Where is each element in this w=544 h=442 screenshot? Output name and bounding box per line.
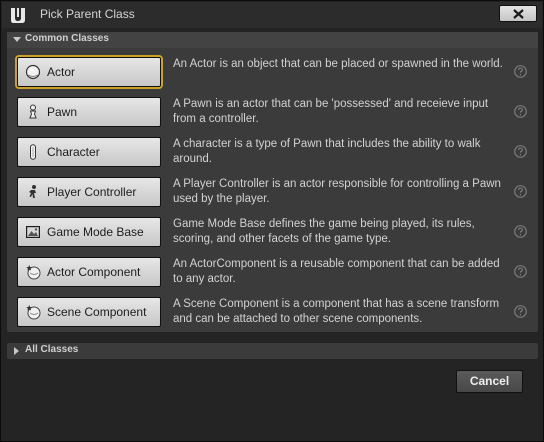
- class-label: Actor: [47, 65, 76, 79]
- actor-icon: [25, 64, 41, 80]
- close-icon: [513, 9, 524, 19]
- character-icon: [30, 144, 36, 160]
- help-icon[interactable]: [514, 105, 527, 118]
- actor-class-button[interactable]: Actor: [15, 55, 163, 89]
- game-mode-icon: [26, 226, 40, 238]
- window-title: Pick Parent Class: [40, 7, 135, 21]
- class-description: An Actor is an object that can be placed…: [173, 58, 503, 70]
- common-classes-header[interactable]: Common Classes: [7, 32, 538, 48]
- all-classes-header[interactable]: All Classes: [7, 343, 538, 359]
- close-button[interactable]: [499, 5, 537, 22]
- class-row-actor-component: Actor Component An ActorComponent is a r…: [7, 253, 538, 293]
- class-row-player-controller: Player Controller A Player Controller is…: [7, 173, 538, 213]
- class-row-scene-component: Scene Component A Scene Component is a c…: [7, 293, 538, 333]
- all-classes-title: All Classes: [25, 344, 79, 355]
- class-description: A Scene Component is a component that ha…: [173, 298, 500, 325]
- expanded-arrow-icon: [13, 37, 21, 42]
- help-icon[interactable]: [514, 145, 527, 158]
- actor-component-icon: [26, 265, 41, 280]
- help-icon[interactable]: [514, 305, 527, 318]
- class-label: Game Mode Base: [47, 225, 144, 239]
- class-row-game-mode-base: Game Mode Base Game Mode Base defines th…: [7, 213, 538, 253]
- help-icon[interactable]: [514, 225, 527, 238]
- help-icon[interactable]: [514, 265, 527, 278]
- class-label: Actor Component: [47, 265, 141, 279]
- scene-component-class-button[interactable]: Scene Component: [17, 297, 161, 327]
- class-label: Character: [47, 145, 100, 159]
- class-description: A character is a type of Pawn that inclu…: [173, 138, 481, 165]
- scene-component-icon: [26, 305, 41, 320]
- class-label: Player Controller: [47, 185, 137, 199]
- class-row-character: Character A character is a type of Pawn …: [7, 133, 538, 173]
- class-description: A Player Controller is an actor responsi…: [173, 178, 501, 205]
- class-row-actor: Actor An Actor is an object that can be …: [7, 53, 538, 93]
- player-controller-class-button[interactable]: Player Controller: [17, 177, 161, 207]
- pawn-class-button[interactable]: Pawn: [17, 97, 161, 127]
- common-classes-title: Common Classes: [25, 33, 109, 44]
- class-label: Scene Component: [47, 305, 147, 319]
- pawn-icon: [29, 104, 37, 119]
- unreal-logo-icon: [11, 8, 25, 23]
- cancel-button[interactable]: Cancel: [456, 370, 523, 393]
- common-classes-panel: Common Classes Actor An Actor is an obje…: [7, 32, 538, 332]
- pick-parent-class-dialog: Pick Parent Class Common Classes Actor A…: [0, 0, 544, 442]
- class-description: Game Mode Base defines the game being pl…: [173, 218, 475, 245]
- class-row-pawn: Pawn A Pawn is an actor that can be 'pos…: [7, 93, 538, 133]
- actor-component-class-button[interactable]: Actor Component: [17, 257, 161, 287]
- game-mode-base-class-button[interactable]: Game Mode Base: [17, 217, 161, 247]
- class-description: A Pawn is an actor that can be 'possesse…: [173, 98, 489, 125]
- title-bar[interactable]: Pick Parent Class: [2, 2, 542, 28]
- class-description: An ActorComponent is a reusable componen…: [173, 258, 500, 285]
- collapsed-arrow-icon: [14, 347, 19, 355]
- character-class-button[interactable]: Character: [17, 137, 161, 167]
- class-label: Pawn: [47, 105, 78, 119]
- help-icon[interactable]: [514, 185, 527, 198]
- help-icon[interactable]: [514, 65, 527, 78]
- player-controller-icon: [29, 185, 36, 198]
